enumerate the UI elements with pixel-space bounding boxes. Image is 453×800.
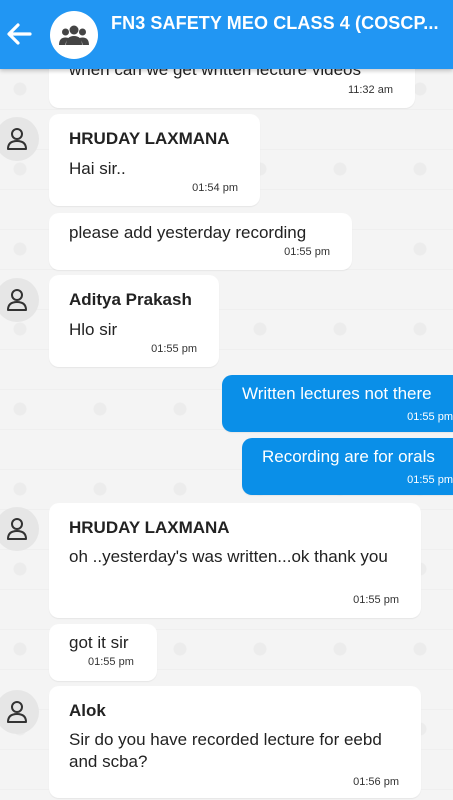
message-bubble[interactable]: Aditya Prakash Hlo sir 01:55 pm bbox=[49, 275, 219, 367]
message-time: 01:55 pm bbox=[284, 246, 330, 258]
message-bubble[interactable]: got it sir 01:55 pm bbox=[49, 624, 157, 681]
app-header: FN3 SAFETY MEO CLASS 4 (COSCP... bbox=[0, 0, 453, 69]
avatar[interactable] bbox=[0, 278, 39, 322]
message-bubble[interactable]: when can we get written lecture videos 1… bbox=[49, 69, 415, 108]
group-avatar[interactable] bbox=[50, 11, 98, 59]
message-text: Written lectures not there bbox=[242, 384, 432, 403]
person-icon bbox=[7, 701, 27, 723]
person-icon bbox=[7, 289, 27, 311]
message-time: 01:56 pm bbox=[353, 776, 399, 788]
person-icon bbox=[7, 518, 27, 540]
message-time: 01:55 pm bbox=[407, 474, 453, 486]
message-text: Hai sir.. bbox=[69, 159, 126, 178]
message-bubble-outgoing[interactable]: Recording are for orals 01:55 pm bbox=[242, 438, 453, 495]
message-time: 11:32 am bbox=[347, 84, 393, 96]
message-text: Hlo sir bbox=[69, 320, 118, 339]
message-list[interactable]: when can we get written lecture videos 1… bbox=[0, 69, 453, 800]
back-button[interactable] bbox=[4, 17, 34, 51]
message-bubble[interactable]: Alok Sir do you have recorded lecture fo… bbox=[49, 686, 421, 798]
message-text: Recording are for orals bbox=[262, 447, 435, 466]
message-text: Sir do you have recorded lecture for eeb… bbox=[69, 730, 382, 771]
message-text: when can we get written lecture videos bbox=[69, 69, 361, 79]
message-bubble-outgoing[interactable]: Written lectures not there 01:55 pm bbox=[222, 375, 453, 432]
chat-title[interactable]: FN3 SAFETY MEO CLASS 4 (COSCP... bbox=[111, 13, 453, 34]
message-time: 01:55 pm bbox=[151, 343, 197, 355]
message-time: 01:54 pm bbox=[192, 182, 238, 194]
message-time: 01:55 pm bbox=[88, 656, 134, 668]
message-bubble[interactable]: HRUDAY LAXMANA Hai sir.. 01:54 pm bbox=[49, 114, 260, 206]
person-icon bbox=[7, 128, 27, 150]
sender-name: Aditya Prakash bbox=[69, 290, 192, 309]
message-text: got it sir bbox=[69, 633, 129, 652]
avatar[interactable] bbox=[0, 690, 39, 734]
sender-name: HRUDAY LAXMANA bbox=[69, 129, 230, 148]
message-bubble[interactable]: HRUDAY LAXMANA oh ..yesterday's was writ… bbox=[49, 503, 421, 618]
message-time: 01:55 pm bbox=[407, 411, 453, 423]
avatar[interactable] bbox=[0, 117, 39, 161]
message-time: 01:55 pm bbox=[353, 594, 399, 606]
sender-name: Alok bbox=[69, 701, 106, 720]
message-text: please add yesterday recording bbox=[69, 223, 307, 242]
message-bubble[interactable]: please add yesterday recording 01:55 pm bbox=[49, 213, 352, 270]
arrow-left-icon bbox=[7, 23, 32, 45]
sender-name: HRUDAY LAXMANA bbox=[69, 518, 230, 537]
avatar[interactable] bbox=[0, 507, 39, 551]
group-icon bbox=[59, 25, 89, 45]
message-text: oh ..yesterday's was written...ok thank … bbox=[69, 547, 388, 566]
